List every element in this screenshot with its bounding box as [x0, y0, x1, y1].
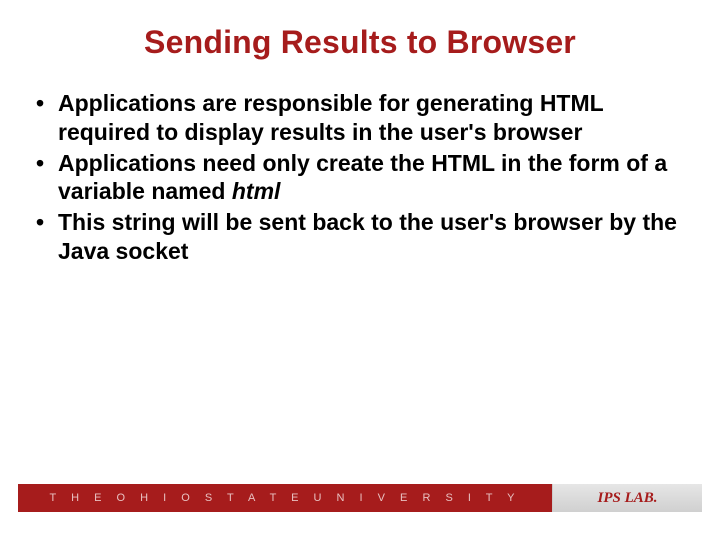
footer-lab-box: IPS LAB.	[552, 484, 702, 512]
footer-university-bar: T H E O H I O S T A T E U N I V E R S I …	[18, 484, 552, 512]
bullet-item: This string will be sent back to the use…	[30, 208, 690, 266]
footer-lab-text: IPS LAB.	[597, 490, 657, 507]
bullet-list: Applications are responsible for generat…	[30, 89, 690, 266]
footer-bar: T H E O H I O S T A T E U N I V E R S I …	[18, 484, 702, 512]
bullet-emphasis: html	[232, 178, 281, 204]
bullet-item: Applications need only create the HTML i…	[30, 149, 690, 207]
slide-title: Sending Results to Browser	[30, 24, 690, 61]
footer-university-text: T H E O H I O S T A T E U N I V E R S I …	[50, 492, 521, 504]
bullet-item: Applications are responsible for generat…	[30, 89, 690, 147]
bullet-text: Applications are responsible for generat…	[58, 90, 603, 145]
bullet-text: Applications need only create the HTML i…	[58, 150, 667, 205]
slide: Sending Results to Browser Applications …	[0, 0, 720, 540]
bullet-text: This string will be sent back to the use…	[58, 209, 677, 264]
